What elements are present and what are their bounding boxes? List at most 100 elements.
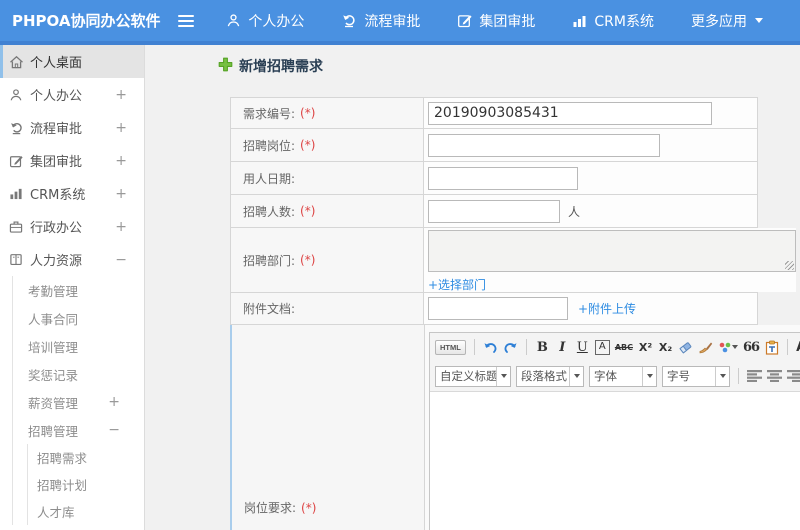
flow-icon [8, 121, 24, 135]
field-label: 附件文档: [231, 293, 424, 324]
collapse-toggle[interactable]: − [108, 423, 120, 437]
chart-icon [8, 187, 24, 200]
sidebar-item-label: 人力资源 [30, 254, 83, 269]
sidebar-item-recruit-request[interactable]: 招聘需求 [28, 444, 144, 471]
brush-icon[interactable] [698, 338, 713, 356]
eraser-icon[interactable] [678, 338, 693, 356]
paragraph-format-dropdown[interactable]: 段落格式 [516, 365, 584, 387]
toolbar-separator [473, 339, 475, 355]
sidebar-item-attendance[interactable]: 考勤管理 [13, 276, 144, 304]
sidebar-item-workflow-approval[interactable]: 流程审批 + [0, 111, 144, 144]
nav-more-apps[interactable]: 更多应用 [691, 11, 763, 31]
sidebar-item-recruitment[interactable]: 招聘管理 − [13, 416, 144, 444]
sidebar-item-label: CRM系统 [30, 188, 86, 203]
expand-toggle[interactable]: + [115, 220, 127, 234]
sidebar-item-recruit-plan[interactable]: 招聘计划 [28, 471, 144, 498]
field-label: 需求编号: (*) [231, 98, 424, 128]
sidebar-item-label: 集团审批 [30, 155, 83, 170]
required-mark: (*) [301, 500, 317, 515]
custom-title-dropdown[interactable]: 自定义标题 [435, 365, 511, 387]
toolbar-separator [787, 339, 789, 355]
app-brand: PHPOA协同办公软件 [12, 12, 161, 30]
headcount-input[interactable] [428, 199, 560, 223]
align-center-icon[interactable] [767, 367, 782, 385]
superscript-button[interactable]: X² [638, 338, 653, 356]
sidebar-item-hr-contract[interactable]: 人事合同 [13, 304, 144, 332]
blockquote-button[interactable]: 66 [743, 338, 760, 356]
expand-toggle[interactable]: + [115, 187, 127, 201]
sidebar-item-personal-office[interactable]: 个人办公 + [0, 78, 144, 111]
sidebar-item-crm[interactable]: CRM系统 + [0, 177, 144, 210]
html-source-button[interactable]: HTML [435, 339, 466, 355]
form-row-requirements: 岗位要求: (*) HTML B I U A ABC X² X₂ 66 自定义标… [230, 325, 800, 530]
collapse-toggle[interactable]: − [115, 253, 127, 267]
field-label: 招聘部门: (*) [231, 228, 424, 292]
align-right-icon[interactable] [787, 367, 800, 385]
expand-toggle[interactable]: + [115, 121, 127, 135]
form-row-position: 招聘岗位: (*) [230, 129, 758, 162]
expand-toggle[interactable]: + [115, 88, 127, 102]
strikethrough-button[interactable]: ABC [615, 338, 633, 356]
sidebar-item-hr[interactable]: 人力资源 − [0, 243, 144, 276]
hr-submenu: 考勤管理 人事合同 培训管理 奖惩记录 薪资管理 + 招聘管理 − 招聘需求 招聘计… [12, 276, 144, 525]
caret-down-icon [715, 366, 729, 386]
nav-label: 集团审批 [479, 13, 536, 30]
undo-icon[interactable] [483, 338, 498, 356]
sidebar-item-desktop[interactable]: 个人桌面 [0, 45, 144, 78]
field-label: 岗位要求: (*) [232, 325, 425, 530]
align-left-icon[interactable] [747, 367, 762, 385]
hr-icon [8, 253, 24, 266]
caret-down-icon [642, 366, 656, 386]
menu-toggle-icon[interactable] [177, 14, 195, 27]
subscript-button[interactable]: X₂ [658, 338, 673, 356]
sidebar-item-rewards[interactable]: 奖惩记录 [13, 360, 144, 388]
field-label: 用人日期: [231, 162, 424, 194]
sidebar-item-label: 流程审批 [30, 122, 83, 137]
unit-suffix: 人 [568, 204, 581, 219]
italic-button[interactable]: I [555, 338, 570, 356]
person-icon [8, 88, 24, 102]
form-row-headcount: 招聘人数: (*) 人 [230, 195, 758, 228]
expand-toggle[interactable]: + [115, 154, 127, 168]
bold-button[interactable]: B [535, 338, 550, 356]
add-icon [218, 57, 233, 76]
form-row-department: 招聘部门: (*) +选择部门 [230, 228, 796, 293]
select-department-link[interactable]: +选择部门 [428, 276, 486, 293]
font-frame-button[interactable]: A [594, 339, 610, 355]
nav-label: 流程审批 [364, 13, 421, 30]
paste-icon[interactable] [764, 338, 779, 356]
flow-icon [341, 13, 357, 28]
department-textarea[interactable] [428, 229, 796, 272]
nav-label: CRM系统 [594, 13, 654, 30]
request-no-input[interactable] [428, 101, 712, 125]
top-menu: 个人办公 流程审批 集团审批 CRM系统 更多应用 [226, 11, 800, 31]
sidebar-item-talent-pool[interactable]: 人才库 [28, 498, 144, 525]
edit-icon [8, 154, 24, 168]
recruitment-submenu: 招聘需求 招聘计划 人才库 [27, 444, 144, 525]
attachment-upload-link[interactable]: +附件上传 [578, 300, 636, 317]
nav-group-approval[interactable]: 集团审批 [457, 11, 535, 31]
expand-toggle[interactable]: + [108, 395, 120, 409]
sidebar-item-admin-office[interactable]: 行政办公 + [0, 210, 144, 243]
nav-personal-office[interactable]: 个人办公 [226, 11, 304, 31]
position-input[interactable] [428, 133, 660, 157]
underline-button[interactable]: U [575, 338, 590, 356]
edit-icon [457, 13, 473, 28]
editor-toolbar-row1: HTML B I U A ABC X² X₂ 66 [430, 333, 800, 361]
sidebar-item-group-approval[interactable]: 集团审批 + [0, 144, 144, 177]
recruit-request-form: 需求编号:(*) 招聘岗位:(*) 用人日期: 招聘人数:(*) [230, 97, 800, 530]
font-color-icon[interactable]: A [796, 338, 800, 356]
chart-icon [572, 14, 587, 28]
font-size-dropdown[interactable]: 字号 [662, 365, 730, 387]
sidebar-item-training[interactable]: 培训管理 [13, 332, 144, 360]
editor-content-area[interactable] [430, 391, 800, 530]
main-content: 新增招聘需求 需求编号:(*) 招聘岗位:(*) 用人日期: [146, 45, 800, 530]
nav-crm-system[interactable]: CRM系统 [572, 11, 654, 31]
redo-icon[interactable] [503, 338, 518, 356]
sidebar-item-salary[interactable]: 薪资管理 + [13, 388, 144, 416]
nav-workflow-approval[interactable]: 流程审批 [341, 11, 420, 31]
font-family-dropdown[interactable]: 字体 [589, 365, 657, 387]
palette-icon[interactable] [718, 338, 738, 356]
hire-date-input[interactable] [428, 166, 578, 190]
attachment-input[interactable] [428, 297, 568, 320]
